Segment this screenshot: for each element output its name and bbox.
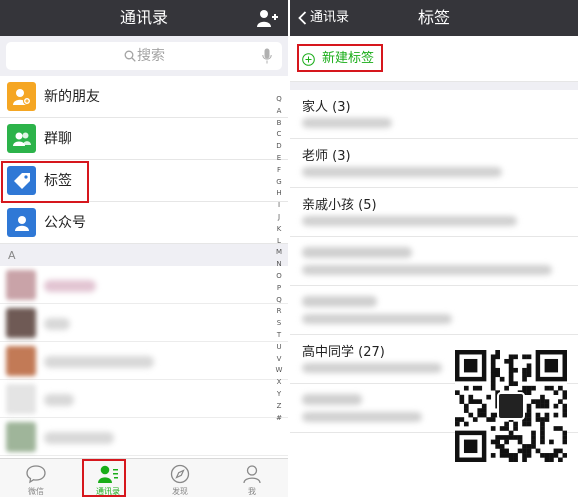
page-title: 通讯录 <box>119 8 168 27</box>
tag-item[interactable] <box>290 286 578 335</box>
back-button[interactable]: 通讯录 <box>298 0 349 36</box>
list-item[interactable] <box>0 342 288 380</box>
index-letter[interactable]: X <box>273 377 285 389</box>
tab-label: 我 <box>248 487 256 496</box>
qr-code <box>455 350 568 463</box>
add-friend-icon[interactable] <box>256 8 278 28</box>
tag-name: 亲戚小孩 (5) <box>302 198 377 213</box>
tags-navbar: 标签 通讯录 <box>290 0 578 36</box>
index-letter[interactable]: B <box>273 118 285 130</box>
index-letter[interactable]: H <box>273 188 285 200</box>
index-letter[interactable]: L <box>273 236 285 248</box>
index-letter[interactable]: V <box>273 354 285 366</box>
avatar <box>6 384 36 414</box>
highlight-box-tags <box>1 161 89 203</box>
group-chat-icon <box>7 124 36 153</box>
index-letter[interactable]: F <box>273 165 285 177</box>
back-label: 通讯录 <box>310 10 350 25</box>
contacts-screen: 通讯录 搜索 新的朋友 群聊 标签 公众号 A Q A B C D E F G … <box>0 0 288 497</box>
tab-discover[interactable]: 发现 <box>144 459 216 497</box>
index-letter[interactable]: M <box>273 247 285 259</box>
menu-item-new-friends[interactable]: 新的朋友 <box>0 76 288 118</box>
new-friend-icon <box>7 82 36 111</box>
index-letter[interactable]: P <box>273 283 285 295</box>
tag-item[interactable]: 家人 (3) <box>290 90 578 139</box>
index-letter[interactable]: A <box>273 106 285 118</box>
index-letter[interactable]: R <box>273 306 285 318</box>
tag-item[interactable] <box>290 237 578 286</box>
avatar <box>6 270 36 300</box>
list-item[interactable] <box>0 380 288 418</box>
tag-name: 高中同学 (27) <box>302 345 385 360</box>
avatar <box>6 308 36 338</box>
search-input[interactable]: 搜索 <box>6 42 282 70</box>
chat-bubble-icon <box>26 465 46 484</box>
index-letter[interactable]: J <box>273 212 285 224</box>
tab-chats[interactable]: 微信 <box>0 459 72 497</box>
menu-item-label: 群聊 <box>44 131 72 147</box>
index-letter[interactable]: # <box>273 413 285 425</box>
contacts-menu: 新的朋友 群聊 标签 公众号 <box>0 76 288 244</box>
index-letter[interactable]: U <box>273 342 285 354</box>
search-bar: 搜索 <box>0 36 288 76</box>
search-placeholder: 搜索 <box>137 48 165 64</box>
tag-name: 家人 (3) <box>302 100 351 115</box>
tag-item[interactable]: 老师 (3) <box>290 139 578 188</box>
index-letter[interactable]: T <box>273 330 285 342</box>
tag-name: 老师 (3) <box>302 149 351 164</box>
highlight-box-new-tag <box>297 44 383 72</box>
tab-label: 发现 <box>172 487 188 496</box>
menu-item-group-chats[interactable]: 群聊 <box>0 118 288 160</box>
section-header-a: A <box>0 246 288 266</box>
menu-item-official-accounts[interactable]: 公众号 <box>0 202 288 244</box>
index-letter[interactable]: C <box>273 129 285 141</box>
person-icon <box>243 465 261 484</box>
avatar <box>6 422 36 452</box>
list-item[interactable] <box>0 266 288 304</box>
microphone-icon[interactable] <box>262 48 272 64</box>
menu-item-label: 新的朋友 <box>44 89 100 105</box>
compass-icon <box>170 464 190 484</box>
bottom-tab-bar: 微信 通讯录 发现 我 <box>0 458 288 497</box>
tab-me[interactable]: 我 <box>216 459 288 497</box>
index-letter[interactable]: Z <box>273 401 285 413</box>
alphabet-index[interactable]: Q A B C D E F G H I J K L M N O P Q R S … <box>273 94 285 424</box>
index-letter[interactable]: S <box>273 318 285 330</box>
index-letter[interactable]: G <box>273 177 285 189</box>
menu-item-label: 公众号 <box>44 215 86 231</box>
highlight-box-contacts-tab <box>82 459 126 497</box>
official-account-icon <box>7 208 36 237</box>
tag-item[interactable]: 亲戚小孩 (5) <box>290 188 578 237</box>
tab-label: 微信 <box>28 487 44 496</box>
index-letter[interactable]: Y <box>273 389 285 401</box>
index-letter[interactable]: W <box>273 365 285 377</box>
index-letter[interactable]: Q <box>273 295 285 307</box>
contacts-navbar: 通讯录 <box>0 0 288 36</box>
section-spacer <box>290 82 578 90</box>
list-item[interactable] <box>0 304 288 342</box>
contact-list <box>0 266 288 458</box>
qr-logo <box>497 392 525 420</box>
chevron-left-icon <box>298 11 307 25</box>
index-letter[interactable]: E <box>273 153 285 165</box>
index-letter[interactable]: I <box>273 200 285 212</box>
index-letter[interactable]: Q <box>273 94 285 106</box>
index-letter[interactable]: O <box>273 271 285 283</box>
index-letter[interactable]: K <box>273 224 285 236</box>
list-item[interactable] <box>0 418 288 456</box>
index-letter[interactable]: D <box>273 141 285 153</box>
avatar <box>6 346 36 376</box>
index-letter[interactable]: N <box>273 259 285 271</box>
